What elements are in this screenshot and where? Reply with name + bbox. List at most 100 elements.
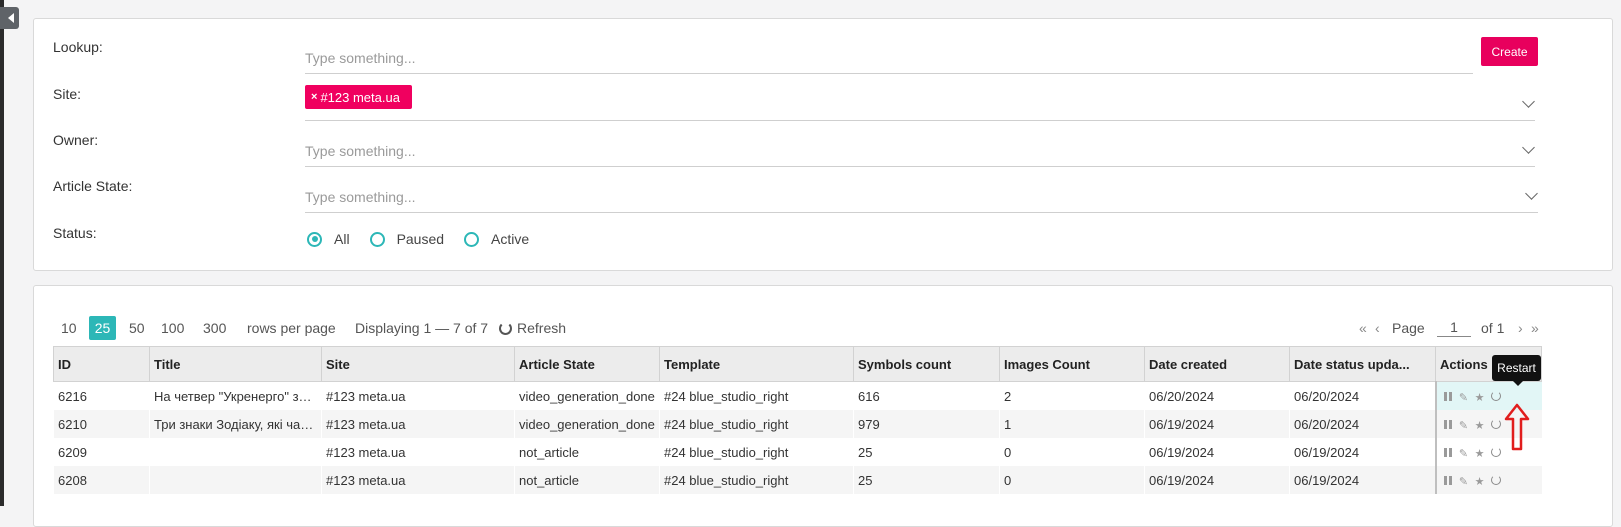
star-icon[interactable]: ★ <box>1473 447 1487 460</box>
create-button[interactable]: Create <box>1481 37 1538 66</box>
page-number-input[interactable]: 1 <box>1437 316 1471 337</box>
cell-title <box>149 466 322 494</box>
pause-icon[interactable] <box>1441 475 1455 488</box>
owner-select[interactable]: Type something... <box>305 134 1535 167</box>
refresh-button[interactable]: Refresh <box>517 316 566 340</box>
page-size-100[interactable]: 100 <box>161 316 184 340</box>
column-header-article-state[interactable]: Article State <box>514 346 660 382</box>
site-select[interactable]: × #123 meta.ua <box>305 85 1535 121</box>
chip-remove-icon[interactable]: × <box>311 91 317 103</box>
restart-icon[interactable] <box>1489 418 1503 432</box>
status-label: Status: <box>53 225 97 241</box>
column-header-date-created[interactable]: Date created <box>1144 346 1290 382</box>
column-header-id[interactable]: ID <box>53 346 150 382</box>
article-state-row: Article State: Type something... <box>34 178 1612 218</box>
status-radio-all[interactable]: All <box>307 231 350 247</box>
sidebar-collapse-button[interactable] <box>0 7 19 29</box>
owner-label: Owner: <box>53 132 99 148</box>
cell-template: #24 blue_studio_right <box>659 466 854 494</box>
owner-placeholder: Type something... <box>305 143 416 159</box>
pause-icon[interactable] <box>1441 447 1455 460</box>
cell-date-created: 06/19/2024 <box>1149 444 1215 460</box>
page-of-label: of 1 <box>1481 320 1505 336</box>
status-radio-paused[interactable]: Paused <box>369 231 445 247</box>
chevron-left-icon <box>7 13 14 23</box>
cell-article-state: not_article <box>514 466 660 494</box>
star-icon[interactable]: ★ <box>1473 419 1487 432</box>
radio-label: Active <box>491 231 530 247</box>
table-header-row: ID Title Site Article State Template Sym… <box>53 346 1542 382</box>
refresh-icon[interactable] <box>499 322 512 335</box>
rows-per-page-label: rows per page <box>247 320 336 336</box>
cell-template: #24 blue_studio_right <box>659 381 854 410</box>
page-size-300[interactable]: 300 <box>203 316 226 340</box>
prev-page-button[interactable]: ‹ <box>1375 316 1380 340</box>
article-state-placeholder: Type something... <box>305 189 416 205</box>
chevron-down-icon[interactable] <box>1522 95 1535 108</box>
cell-date-status-updated: 06/19/2024 <box>1289 466 1436 494</box>
pencil-icon[interactable]: ✎ <box>1457 419 1471 432</box>
radio-unchecked-icon <box>464 231 480 247</box>
column-header-title[interactable]: Title <box>149 346 322 382</box>
left-edge-strip <box>0 0 4 506</box>
page-size-10[interactable]: 10 <box>61 316 77 340</box>
restart-icon[interactable] <box>1489 390 1503 404</box>
star-icon[interactable]: ★ <box>1473 391 1487 404</box>
cell-site: #123 meta.ua <box>321 466 515 494</box>
displaying-count: Displaying 1 — 7 of 7 <box>355 320 489 336</box>
cell-id: 6209 <box>58 444 87 460</box>
star-icon[interactable]: ★ <box>1473 475 1487 488</box>
lookup-placeholder: Type something... <box>305 50 416 66</box>
table-row[interactable]: 6210 Три знаки Зодіаку, які час... #123 … <box>53 410 1542 438</box>
site-chip: × #123 meta.ua <box>305 85 412 109</box>
chevron-down-icon[interactable] <box>1525 187 1538 200</box>
column-header-site[interactable]: Site <box>321 346 515 382</box>
site-chip-value: #123 meta.ua <box>320 89 400 105</box>
cell-id: 6210 <box>53 410 150 438</box>
cell-article-state: video_generation_done <box>514 410 660 438</box>
status-radio-group: All Paused Active <box>307 231 549 247</box>
cell-date-status-updated: 06/20/2024 <box>1289 381 1436 410</box>
restart-icon[interactable] <box>1489 446 1503 460</box>
status-radio-active[interactable]: Active <box>464 231 529 247</box>
radio-label: All <box>334 231 350 247</box>
page-size-50[interactable]: 50 <box>129 316 145 340</box>
pencil-icon[interactable]: ✎ <box>1457 447 1471 460</box>
radio-label: Paused <box>396 231 445 247</box>
table-row[interactable]: 6209 #123 meta.ua not_article #24 blue_s… <box>54 438 1542 466</box>
pager: 10 25 50 100 300 rows per page Displayin… <box>34 316 1612 342</box>
column-header-date-status-updated[interactable]: Date status upda... <box>1289 346 1436 382</box>
article-state-select[interactable]: Type something... <box>305 180 1538 213</box>
pause-icon[interactable] <box>1441 391 1455 404</box>
cell-images-count: 2 <box>999 381 1145 410</box>
table-row[interactable]: 6208 #123 meta.ua not_article #24 blue_s… <box>53 466 1542 494</box>
cell-actions: ✎ ★ <box>1434 466 1542 494</box>
pencil-icon[interactable]: ✎ <box>1457 391 1471 404</box>
lookup-input[interactable]: Type something... <box>305 41 1473 74</box>
next-page-button[interactable]: › <box>1518 316 1523 340</box>
lookup-row: Lookup: Type something... <box>34 39 1612 79</box>
page-size-25[interactable]: 25 <box>89 316 116 340</box>
cell-date-status-updated: 06/19/2024 <box>1294 444 1360 460</box>
column-header-template[interactable]: Template <box>659 346 854 382</box>
restart-icon[interactable] <box>1489 474 1503 488</box>
last-page-button[interactable]: » <box>1531 316 1539 340</box>
table-panel: 10 25 50 100 300 rows per page Displayin… <box>33 285 1613 527</box>
column-header-images-count[interactable]: Images Count <box>999 346 1145 382</box>
owner-row: Owner: Type something... <box>34 132 1612 172</box>
pencil-icon[interactable]: ✎ <box>1457 475 1471 488</box>
cell-template: #24 blue_studio_right <box>659 410 854 438</box>
pause-icon[interactable] <box>1441 419 1455 432</box>
article-state-label: Article State: <box>53 178 133 194</box>
cell-symbols-count: 616 <box>853 381 1000 410</box>
cell-date-created: 06/19/2024 <box>1144 410 1290 438</box>
cell-template: #24 blue_studio_right <box>664 444 789 460</box>
cell-date-created: 06/20/2024 <box>1144 381 1290 410</box>
cell-symbols-count: 25 <box>853 466 1000 494</box>
cell-title: На четвер "Укренерго" зм... <box>149 381 322 410</box>
table-row[interactable]: 6216 На четвер "Укренерго" зм... #123 me… <box>53 381 1542 410</box>
column-header-symbols-count[interactable]: Symbols count <box>853 346 1000 382</box>
cell-id: 6216 <box>53 381 150 410</box>
first-page-button[interactable]: « <box>1359 316 1367 340</box>
chevron-down-icon[interactable] <box>1522 141 1535 154</box>
